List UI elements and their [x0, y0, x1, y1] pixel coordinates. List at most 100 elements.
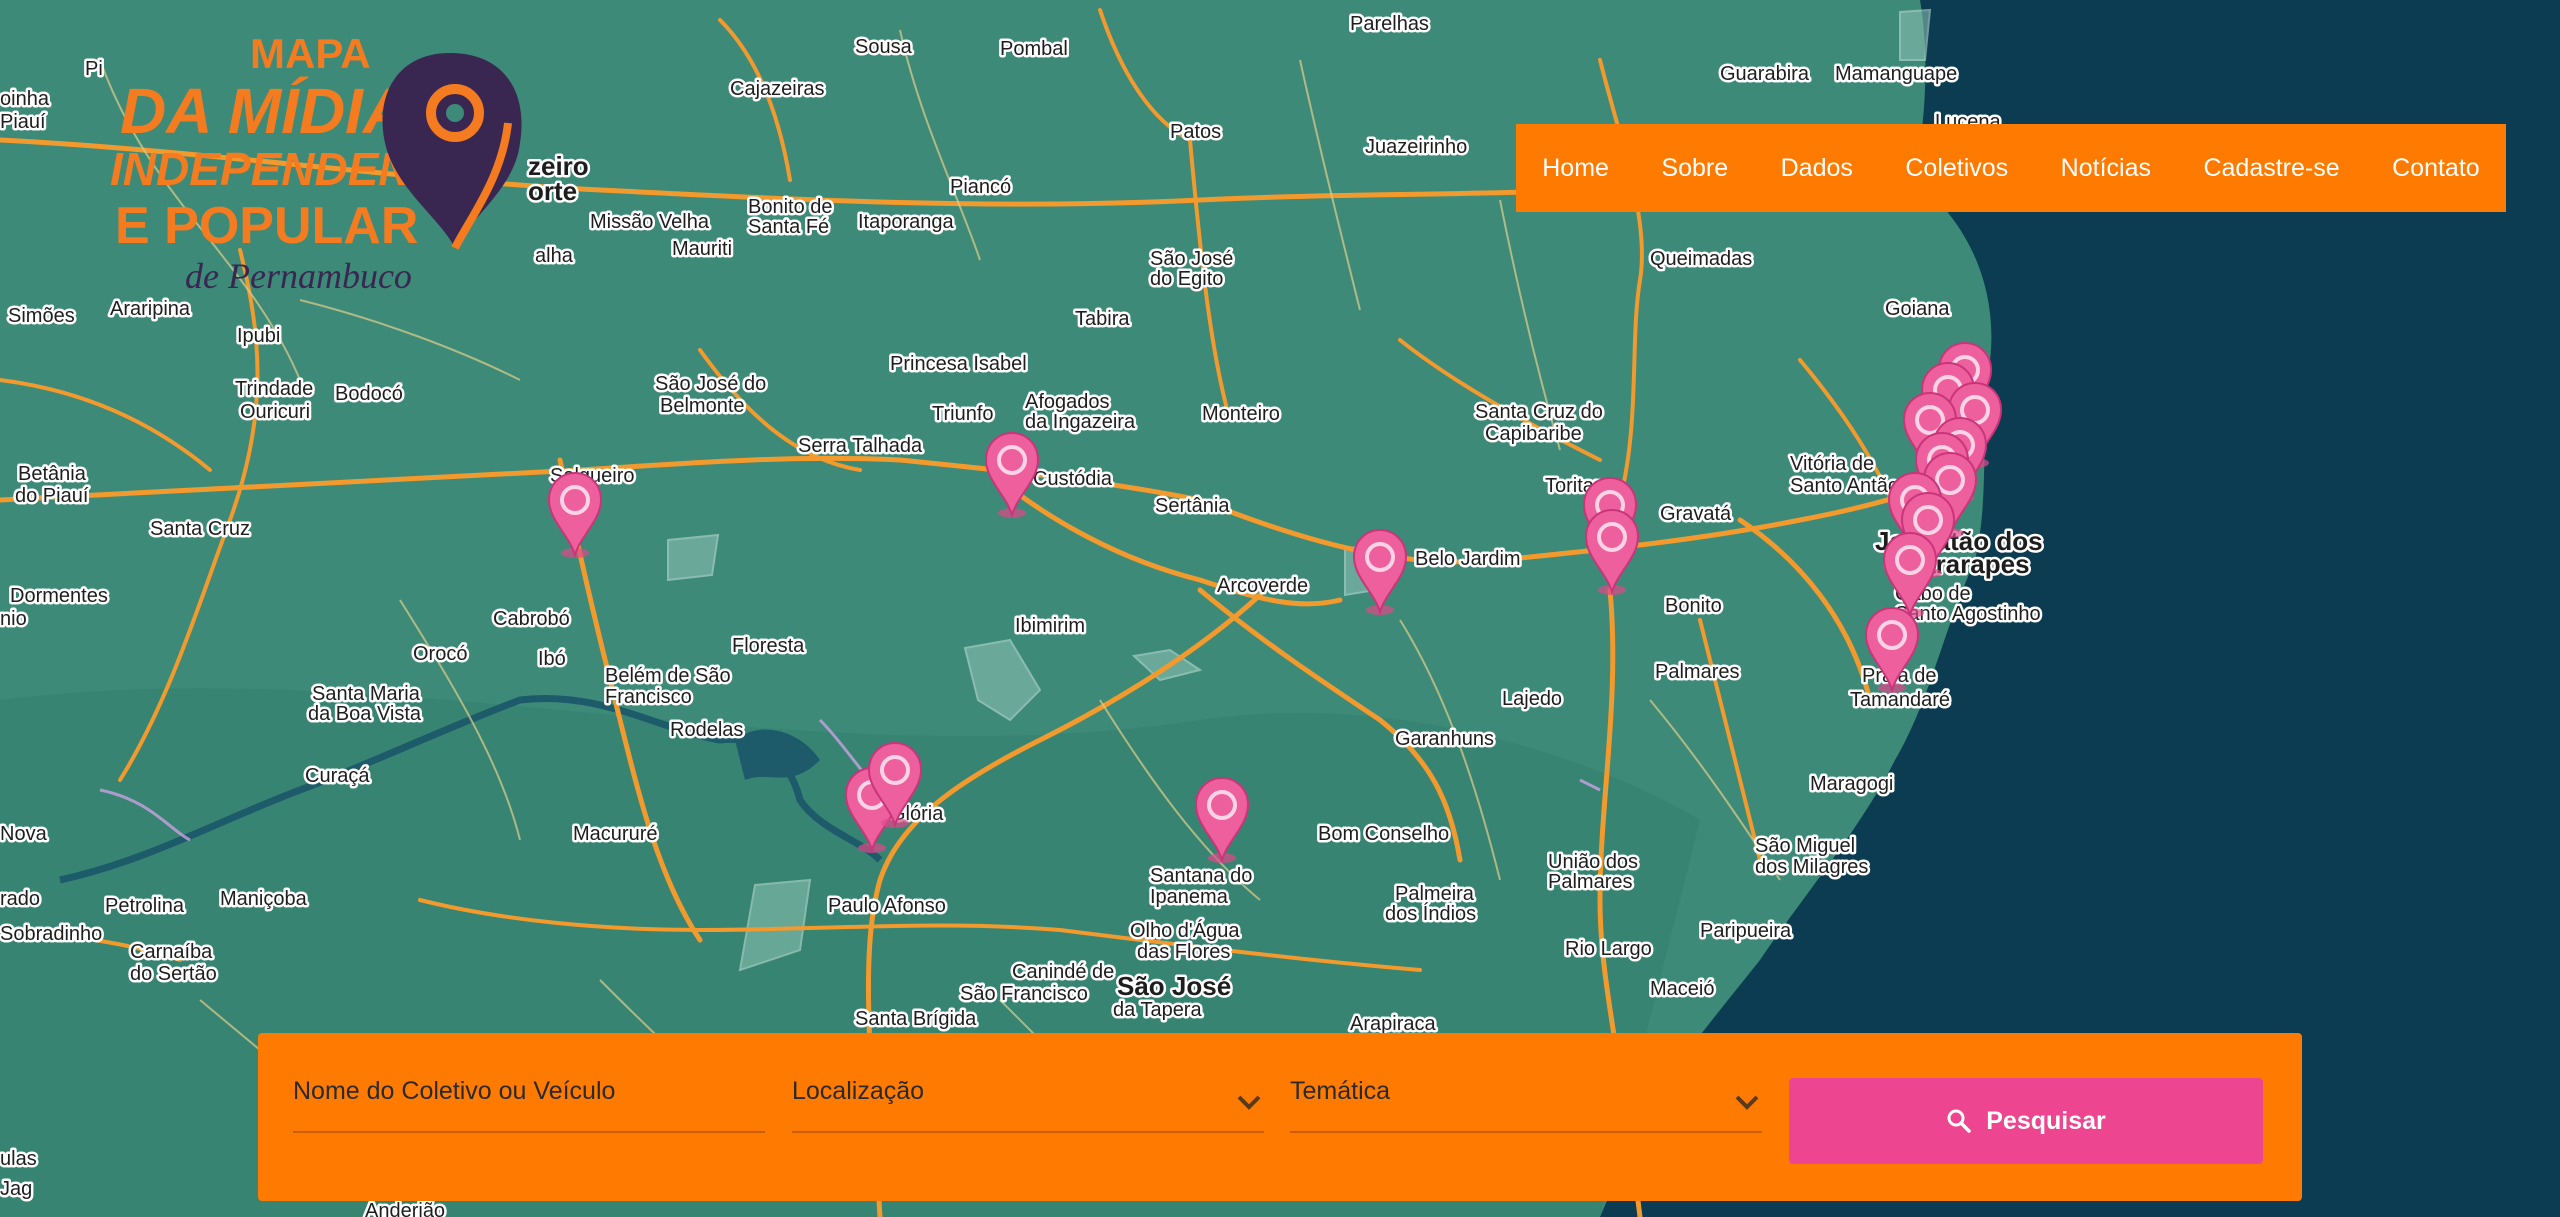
place-label: das Flores — [1137, 941, 1230, 963]
place-label: Arapiraca — [1350, 1013, 1436, 1035]
place-label: Palmares — [1548, 871, 1632, 893]
place-label: Belém de São — [605, 665, 731, 687]
place-label: Rodelas — [670, 719, 743, 741]
place-label: Palmares — [1655, 661, 1739, 683]
place-label: Maniçoba — [220, 888, 308, 910]
place-label: Custódia — [1033, 468, 1113, 490]
place-label: Cajazeiras — [730, 78, 824, 100]
name-field[interactable]: Nome do Coletivo ou Veículo — [293, 1077, 765, 1133]
place-label: do Egito — [1150, 268, 1223, 290]
place-label: Floresta — [732, 635, 805, 657]
nav-cadastre-se[interactable]: Cadastre-se — [2203, 154, 2339, 183]
main-nav: Home Sobre Dados Coletivos Notícias Cada… — [1516, 124, 2506, 212]
place-label: São Francisco — [960, 983, 1088, 1005]
place-label: Piancó — [950, 176, 1011, 198]
place-label: Santa Fé — [748, 216, 829, 238]
place-label: Macururé — [573, 823, 657, 845]
chevron-down-icon — [1735, 1095, 1759, 1110]
nav-contato[interactable]: Contato — [2392, 154, 2480, 183]
place-label: alha — [535, 245, 574, 267]
place-label: Cabrobó — [493, 608, 570, 630]
place-label: Santo Antão — [1790, 475, 1899, 497]
place-label: Tamandaré — [1850, 689, 1950, 711]
place-label: Bodocó — [335, 383, 403, 405]
place-label: Patos — [1170, 121, 1221, 143]
place-label: Afogados — [1025, 391, 1110, 413]
search-panel: Nome do Coletivo ou Veículo Localização … — [258, 1033, 2302, 1201]
place-label: Queimadas — [1650, 248, 1752, 270]
place-label: da Boa Vista — [308, 703, 422, 725]
place-label: Pombal — [1000, 38, 1068, 60]
place-label: Santa Maria — [312, 683, 421, 705]
place-label: rado — [0, 888, 40, 910]
theme-select-label: Temática — [1290, 1077, 1391, 1105]
place-label: nio — [0, 608, 27, 630]
place-label: Ipubi — [237, 325, 280, 347]
place-label: Sobradinho — [0, 923, 102, 945]
nav-noticias[interactable]: Notícias — [2061, 154, 2151, 183]
logo-line-1: MAPA — [250, 30, 371, 77]
place-label: Serra Talhada — [798, 435, 923, 457]
search-button-label: Pesquisar — [1986, 1106, 2106, 1135]
search-button[interactable]: Pesquisar — [1789, 1078, 2263, 1164]
logo-line-4: E POPULAR — [115, 197, 418, 255]
place-label: Capibaribe — [1485, 423, 1582, 445]
place-label: Ibimirim — [1015, 615, 1085, 637]
site-logo[interactable]: MAPA DA MÍDIA INDEPENDENTE E POPULAR de … — [110, 28, 530, 308]
place-label: Missão Velha — [590, 211, 710, 233]
place-label: Pi — [85, 58, 103, 80]
place-label: Ipanema — [1150, 886, 1229, 908]
place-label: Ouricuri — [240, 401, 310, 423]
place-label: do Sertão — [130, 963, 217, 985]
place-label: Canindé de — [1012, 961, 1114, 983]
nav-dados[interactable]: Dados — [1781, 154, 1853, 183]
place-label: Curaçá — [305, 765, 370, 787]
place-label: Piauí — [0, 111, 46, 133]
nav-sobre[interactable]: Sobre — [1661, 154, 1728, 183]
logo-line-5: de Pernambuco — [185, 256, 412, 296]
theme-select[interactable]: Temática — [1290, 1077, 1762, 1133]
place-label: Guarabira — [1720, 63, 1810, 85]
place-label: da Ingazeira — [1025, 411, 1136, 433]
place-label: Mamanguape — [1835, 63, 1957, 85]
place-label: Parelhas — [1350, 13, 1429, 35]
place-label: Dormentes — [10, 585, 108, 607]
place-label: São José — [1150, 248, 1233, 270]
place-label: Lajedo — [1502, 688, 1562, 710]
place-label: Maceió — [1650, 978, 1714, 1000]
place-label: Simões — [8, 305, 75, 327]
place-label: Princesa Isabel — [890, 353, 1027, 375]
place-label: Santa Brígida — [855, 1008, 977, 1030]
place-label: Betânia — [18, 463, 87, 485]
place-label: Trindade — [235, 378, 313, 400]
place-label: Triunfo — [932, 403, 994, 425]
place-label: Garanhuns — [1395, 728, 1494, 750]
place-label: Monteiro — [1202, 403, 1280, 425]
place-label: União dos — [1548, 851, 1638, 873]
nav-coletivos[interactable]: Coletivos — [1905, 154, 2008, 183]
logo-line-2: DA MÍDIA — [120, 75, 409, 147]
place-label: dos Índios — [1385, 902, 1476, 925]
place-label: Francisco — [605, 686, 692, 708]
place-label: oinha — [0, 88, 50, 110]
place-label: Santa Cruz do — [1475, 401, 1603, 423]
place-label: Vitória de — [1790, 453, 1874, 475]
place-label: Orocó — [413, 643, 467, 665]
place-label: Sousa — [855, 36, 913, 58]
location-select[interactable]: Localização — [792, 1077, 1264, 1133]
search-icon — [1947, 1109, 1971, 1133]
place-label: São Miguel — [1755, 835, 1855, 857]
place-label: dos Milagres — [1755, 856, 1868, 878]
nav-home[interactable]: Home — [1542, 154, 1609, 183]
place-label: Palmeira — [1395, 883, 1475, 905]
place-label: Bonito de — [748, 196, 833, 218]
place-label: Santa Cruz — [150, 518, 250, 540]
place-label: Arcoverde — [1217, 575, 1308, 597]
place-label: Sertânia — [1155, 495, 1230, 517]
place-label: Carnaíba — [130, 941, 213, 963]
place-label: da Tapera — [1113, 999, 1202, 1021]
place-label: Bonito — [1665, 595, 1722, 617]
place-label: São José — [1117, 971, 1231, 1001]
place-label: Anderião — [365, 1200, 445, 1217]
place-label: Gravatá — [1660, 503, 1732, 525]
